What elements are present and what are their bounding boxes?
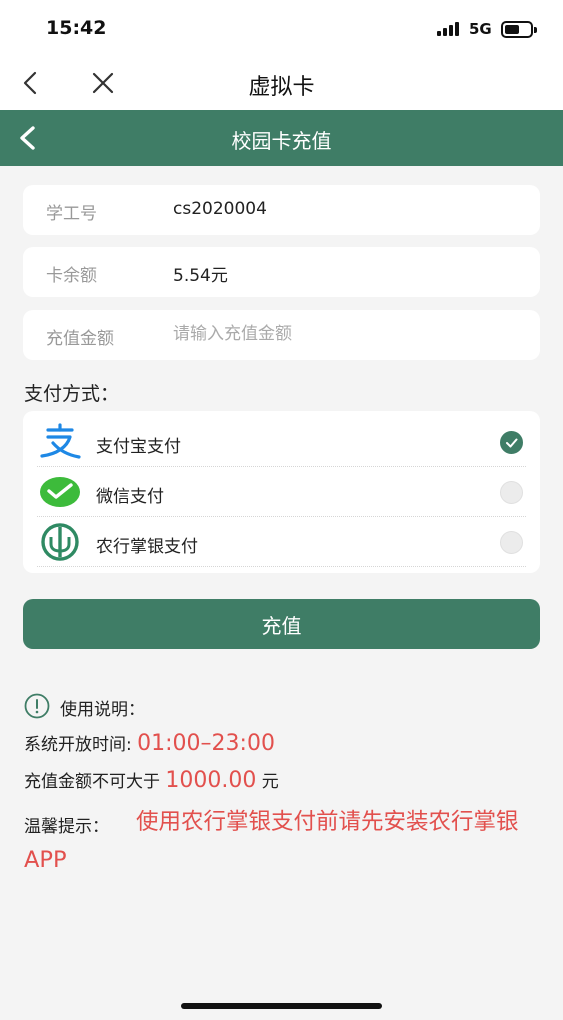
info-icon — [24, 693, 50, 719]
battery-icon — [501, 21, 537, 38]
student-id-label: 学工号 — [46, 204, 97, 224]
status-time: 15:42 — [46, 17, 107, 39]
student-id-row: 学工号 cs2020004 — [23, 185, 540, 235]
amount-label: 充值金额 — [46, 329, 114, 349]
nav-title: 虚拟卡 — [248, 75, 315, 100]
student-id-value: cs2020004 — [173, 199, 267, 219]
payment-options: 支付宝支付 微信支付 农行掌银支付 — [23, 411, 540, 573]
open-hours-label: 系统开放时间: — [24, 735, 138, 755]
radio-unchecked-icon[interactable] — [500, 481, 523, 504]
amount-limit-label: 充值金额不可大于 — [24, 772, 166, 792]
payment-heading: 支付方式： — [24, 383, 120, 405]
payment-option-label: 支付宝支付 — [96, 437, 181, 457]
network-label: 5G — [469, 20, 492, 38]
nav-bar: 虚拟卡 — [0, 58, 563, 110]
page-header: 校园卡充值 — [0, 110, 563, 166]
open-hours-note: 系统开放时间: 01:00–23:00 — [24, 730, 275, 756]
amount-row: 充值金额 — [23, 310, 540, 360]
payment-option-label: 微信支付 — [96, 487, 164, 507]
amount-limit-note: 充值金额不可大于 1000.00 元 — [24, 767, 279, 793]
instructions-title: 使用说明： — [60, 700, 145, 720]
abc-bank-icon — [39, 523, 81, 561]
amount-limit-value: 1000.00 — [165, 768, 257, 793]
balance-row: 卡余额 5.54元 — [23, 247, 540, 297]
status-bar: 15:42 5G — [0, 0, 563, 58]
payment-option-wechat[interactable]: 微信支付 — [23, 467, 540, 517]
page-title: 校园卡充值 — [231, 129, 332, 153]
recharge-button[interactable]: 充值 — [23, 599, 540, 649]
wechat-pay-icon — [39, 473, 81, 511]
payment-option-label: 农行掌银支付 — [96, 537, 198, 557]
signal-icon — [437, 22, 463, 36]
payment-option-abc-bank[interactable]: 农行掌银支付 — [23, 517, 540, 567]
amount-limit-unit: 元 — [256, 772, 279, 792]
tip-text: 使用农行掌银支付前请先安装农行掌银APP — [24, 809, 519, 873]
radio-checked-icon[interactable] — [500, 431, 523, 454]
open-hours-value: 01:00–23:00 — [137, 731, 275, 756]
alipay-icon — [39, 423, 81, 461]
amount-input[interactable] — [173, 324, 503, 344]
payment-option-alipay[interactable]: 支付宝支付 — [23, 417, 540, 467]
balance-label: 卡余额 — [46, 266, 97, 286]
home-indicator — [181, 1003, 382, 1009]
balance-value: 5.54元 — [173, 266, 228, 286]
radio-unchecked-icon[interactable] — [500, 531, 523, 554]
